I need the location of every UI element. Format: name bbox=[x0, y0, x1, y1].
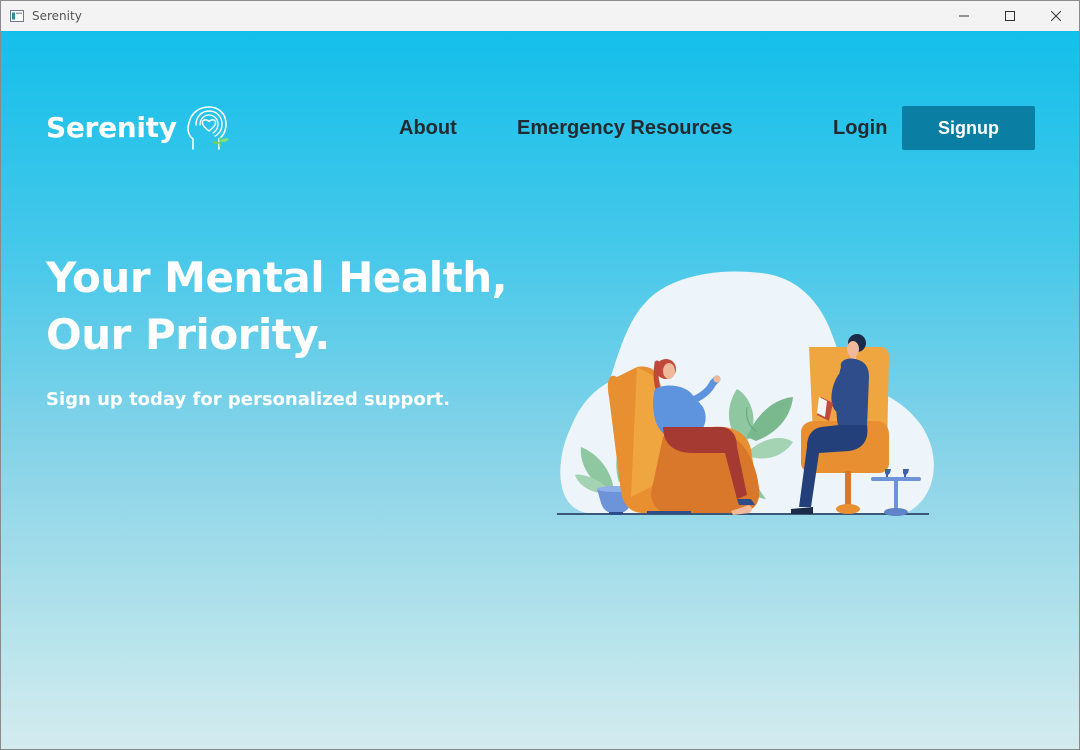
close-icon bbox=[1051, 11, 1061, 21]
mind-heart-head-icon bbox=[187, 106, 229, 150]
logo[interactable]: Serenity bbox=[46, 103, 231, 151]
hero-headline-line-1: Your Mental Health, bbox=[46, 253, 508, 302]
minimize-icon bbox=[959, 15, 969, 17]
window-controls bbox=[941, 1, 1079, 31]
app-window: Serenity Serenity About Emergency Resour… bbox=[0, 0, 1080, 750]
hero-headline: Your Mental Health, Our Priority. bbox=[46, 249, 508, 363]
minimize-button[interactable] bbox=[941, 1, 987, 31]
window-title: Serenity bbox=[32, 9, 82, 23]
maximize-icon bbox=[1005, 11, 1015, 21]
close-button[interactable] bbox=[1033, 1, 1079, 31]
app-window-icon bbox=[10, 10, 24, 22]
therapy-session-illustration bbox=[557, 271, 934, 516]
title-bar[interactable]: Serenity bbox=[1, 1, 1079, 31]
hero-subtext: Sign up today for personalized support. bbox=[46, 389, 451, 410]
landing-page: Serenity About Emergency Resources Login… bbox=[1, 31, 1079, 749]
logo-text: Serenity bbox=[46, 110, 177, 144]
signup-button[interactable]: Signup bbox=[902, 106, 1035, 150]
nav-login-link[interactable]: Login bbox=[833, 117, 887, 140]
maximize-button[interactable] bbox=[987, 1, 1033, 31]
nav-emergency-resources-link[interactable]: Emergency Resources bbox=[517, 117, 733, 140]
hero-headline-line-2: Our Priority. bbox=[46, 310, 330, 359]
nav-about-link[interactable]: About bbox=[399, 117, 457, 140]
